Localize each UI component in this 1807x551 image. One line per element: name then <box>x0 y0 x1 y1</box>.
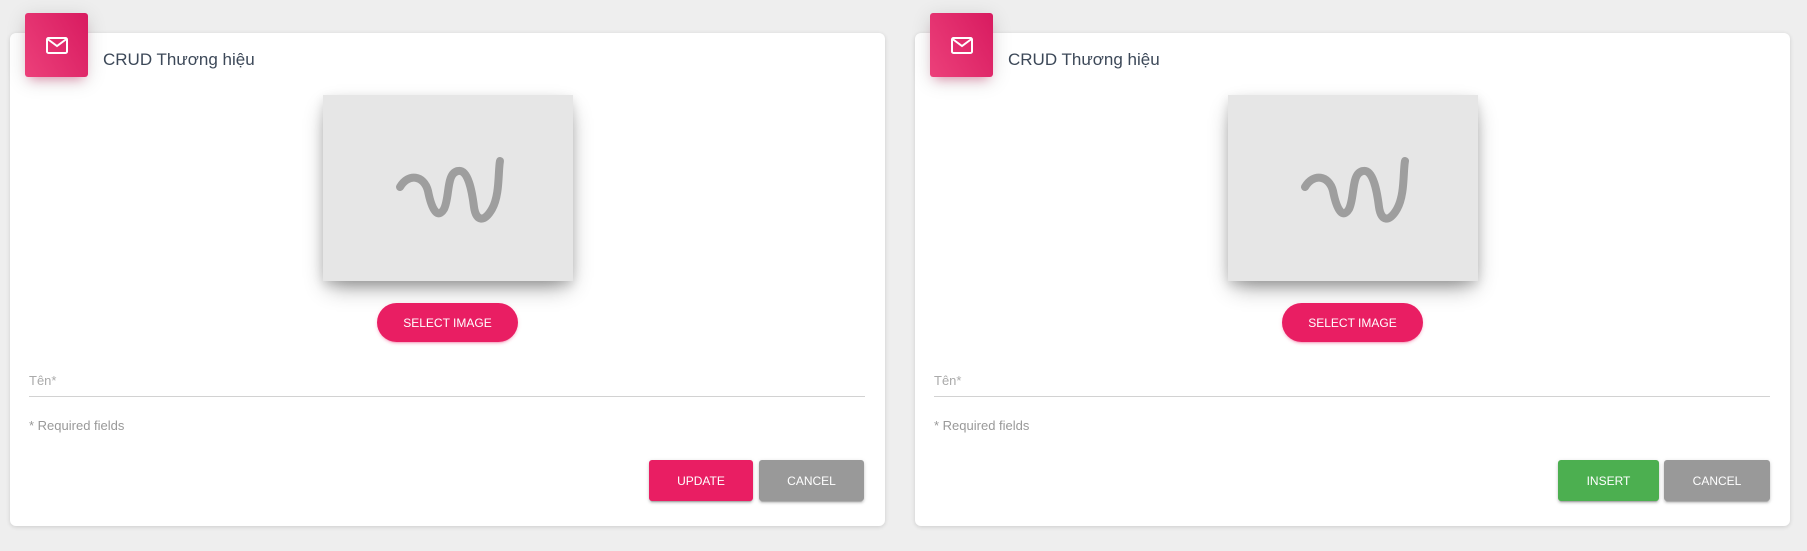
image-preview <box>323 95 573 281</box>
required-fields-note: * Required fields <box>29 418 125 433</box>
mail-icon <box>930 13 993 77</box>
brand-form-card-create: CRUD Thương hiệu SELECT IMAGE Tên* * Req… <box>915 13 1790 526</box>
brand-form-card-edit: CRUD Thương hiệu SELECT IMAGE Tên* * Req… <box>10 13 885 526</box>
insert-button[interactable]: INSERT <box>1558 460 1659 501</box>
card-title: CRUD Thương hiệu <box>1008 50 1160 69</box>
image-placeholder-icon <box>396 157 504 223</box>
select-image-button[interactable]: SELECT IMAGE <box>1282 303 1423 342</box>
image-preview <box>1228 95 1478 281</box>
required-fields-note: * Required fields <box>934 418 1030 433</box>
name-field[interactable]: Tên* <box>934 368 1774 397</box>
name-input[interactable] <box>934 368 1774 396</box>
name-input[interactable] <box>29 368 869 396</box>
update-button[interactable]: UPDATE <box>649 460 753 501</box>
mail-icon <box>25 13 88 77</box>
cancel-button[interactable]: CANCEL <box>759 460 864 501</box>
image-placeholder-icon <box>1301 157 1409 223</box>
select-image-button[interactable]: SELECT IMAGE <box>377 303 518 342</box>
cancel-button[interactable]: CANCEL <box>1664 460 1770 501</box>
name-field[interactable]: Tên* <box>29 368 869 397</box>
card-title: CRUD Thương hiệu <box>103 50 255 69</box>
